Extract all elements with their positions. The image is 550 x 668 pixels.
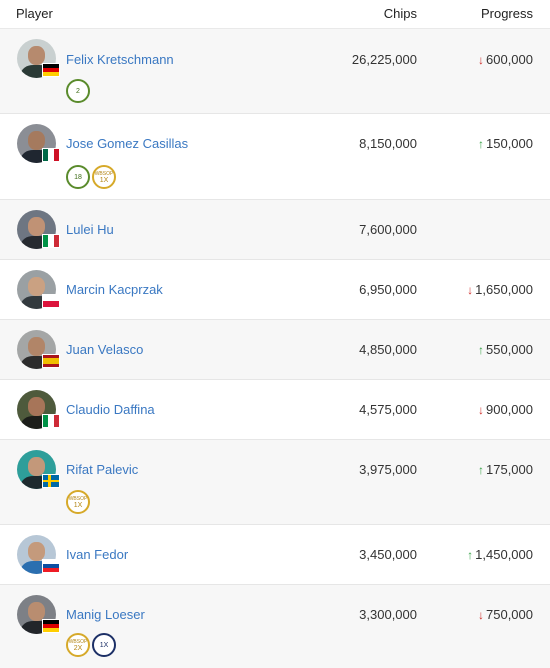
arrow-down-icon: ↓: [467, 283, 474, 297]
progress-value: ↑ 150,000: [478, 136, 533, 151]
table-row: Ivan Fedor 3,450,000 ↑ 1,450,000: [0, 525, 550, 585]
chip-count-table: Felix Kretschmann 26,225,000 ↓ 600,000 2 …: [0, 29, 550, 668]
chip-count: 7,600,000: [359, 222, 417, 237]
progress-value: ↑ 1,450,000: [467, 547, 533, 562]
table-row: Claudio Daffina 4,575,000 ↓ 900,000: [0, 380, 550, 440]
arrow-down-icon: ↓: [478, 608, 484, 622]
arrow-up-icon: ↑: [478, 343, 484, 357]
arrow-up-icon: ↑: [478, 463, 484, 477]
flag-italy-icon: [42, 234, 60, 248]
wbsop-badge-icon[interactable]: WBSOP 1X: [92, 165, 116, 189]
wbsop-badge-icon[interactable]: WBSOP 2X: [66, 633, 90, 657]
table-header: Player Chips Progress: [0, 0, 550, 29]
arrow-down-icon: ↓: [478, 53, 484, 67]
flag-germany-icon: [42, 619, 60, 633]
table-row: Marcin Kacprzak 6,950,000 ↓ 1,650,000: [0, 260, 550, 320]
chips-column-header: Chips: [383, 6, 417, 21]
player-name-link[interactable]: Manig Loeser: [66, 607, 145, 622]
table-row: Jose Gomez Casillas 8,150,000 ↑ 150,000 1…: [0, 114, 550, 200]
player-name-link[interactable]: Juan Velasco: [66, 342, 143, 357]
player-name-link[interactable]: Rifat Palevic: [66, 462, 138, 477]
wbsop-badge-icon[interactable]: WBSOP 1X: [66, 490, 90, 514]
arrow-down-icon: ↓: [478, 403, 484, 417]
achievement-badge-icon[interactable]: 18: [66, 165, 90, 189]
chip-count: 3,975,000: [359, 462, 417, 477]
progress-value: ↓ 600,000: [478, 52, 533, 67]
chip-count: 3,450,000: [359, 547, 417, 562]
chip-count: 4,850,000: [359, 342, 417, 357]
flag-poland-icon: [42, 294, 60, 308]
chip-count: 8,150,000: [359, 136, 417, 151]
flag-mexico-icon: [42, 148, 60, 162]
flag-germany-icon: [42, 63, 60, 77]
table-row: Rifat Palevic 3,975,000 ↑ 175,000 WBSOP 1X: [0, 440, 550, 525]
arrow-up-icon: ↑: [478, 137, 484, 151]
player-name-link[interactable]: Claudio Daffina: [66, 402, 155, 417]
badge-list: 2: [66, 79, 90, 103]
player-name-link[interactable]: Felix Kretschmann: [66, 52, 174, 67]
arrow-up-icon: ↑: [467, 548, 474, 562]
flag-sweden-icon: [42, 474, 60, 488]
table-row: Manig Loeser 3,300,000 ↓ 750,000 WBSOP 2X …: [0, 585, 550, 668]
player-name-link[interactable]: Ivan Fedor: [66, 547, 128, 562]
achievement-badge-icon[interactable]: 1X: [92, 633, 116, 657]
chip-count: 4,575,000: [359, 402, 417, 417]
badge-list: WBSOP 1X: [66, 490, 90, 514]
progress-value: ↓ 1,650,000: [467, 282, 533, 297]
chip-count: 6,950,000: [359, 282, 417, 297]
table-row: Lulei Hu 7,600,000: [0, 200, 550, 260]
chip-count: 26,225,000: [351, 52, 417, 67]
player-name-link[interactable]: Lulei Hu: [66, 222, 114, 237]
player-name-link[interactable]: Jose Gomez Casillas: [66, 136, 188, 151]
flag-spain-icon: [42, 354, 60, 368]
player-name-link[interactable]: Marcin Kacprzak: [66, 282, 163, 297]
badge-list: 18 WBSOP 1X: [66, 165, 116, 189]
flag-slovakia-icon: [42, 559, 60, 573]
achievement-badge-icon[interactable]: 2: [66, 79, 90, 103]
progress-value: ↓ 900,000: [478, 402, 533, 417]
badge-list: WBSOP 2X 1X: [66, 633, 116, 657]
table-row: Juan Velasco 4,850,000 ↑ 550,000: [0, 320, 550, 380]
chip-count: 3,300,000: [359, 607, 417, 622]
player-column-header: Player: [16, 6, 53, 21]
progress-column-header: Progress: [480, 6, 533, 21]
table-row: Felix Kretschmann 26,225,000 ↓ 600,000 2: [0, 29, 550, 114]
flag-italy-icon: [42, 414, 60, 428]
progress-value: ↓ 750,000: [478, 607, 533, 622]
progress-value: ↑ 550,000: [478, 342, 533, 357]
progress-value: ↑ 175,000: [478, 462, 533, 477]
